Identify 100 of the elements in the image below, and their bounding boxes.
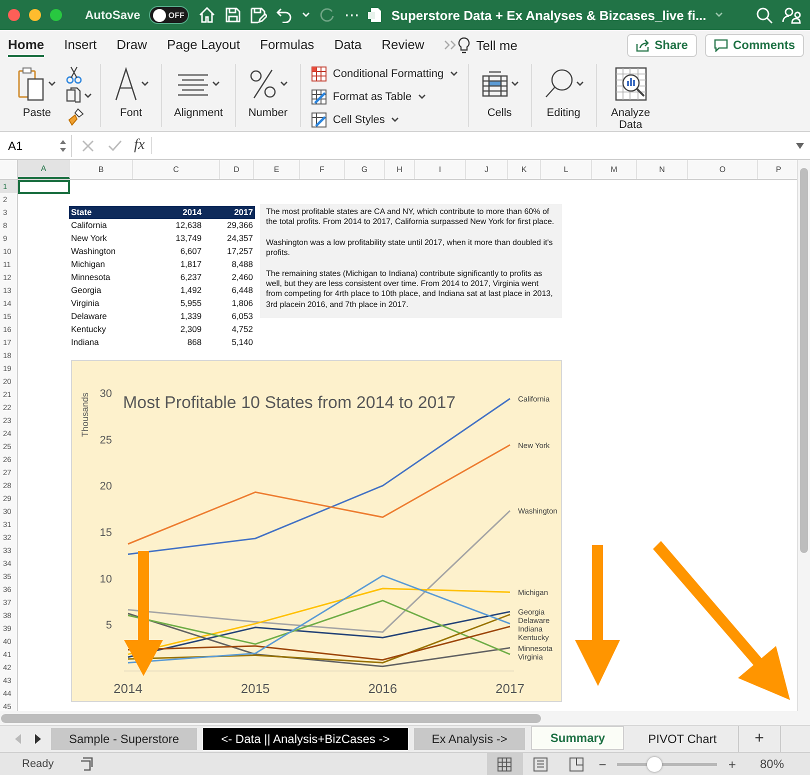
table-cell: 29,366 xyxy=(204,219,255,232)
comments-button[interactable]: Comments xyxy=(704,34,804,56)
column-header[interactable]: F xyxy=(300,160,345,179)
caret-icon[interactable] xyxy=(84,93,92,99)
alignment-button[interactable]: Alignment xyxy=(170,64,227,119)
caret-icon[interactable] xyxy=(141,81,149,87)
format-table-icon xyxy=(310,89,327,105)
minimize-button[interactable] xyxy=(29,9,41,21)
column-header[interactable]: K xyxy=(508,160,541,179)
axis-tick-label: 2016 xyxy=(368,681,398,696)
column-header[interactable]: N xyxy=(637,160,688,179)
scissors-icon[interactable] xyxy=(66,66,82,84)
caret-icon[interactable] xyxy=(212,81,220,87)
sheet-tab[interactable]: <- Data || Analysis+BizCases -> xyxy=(203,728,408,750)
caret-icon[interactable] xyxy=(280,81,288,87)
search-icon[interactable] xyxy=(756,6,773,24)
scrollbar-thumb[interactable] xyxy=(800,168,808,553)
stepper-icon[interactable] xyxy=(59,138,67,152)
caret-icon[interactable] xyxy=(418,94,426,100)
zoom-out-button[interactable]: − xyxy=(594,756,610,772)
expand-caret-icon[interactable] xyxy=(795,142,805,150)
caret-icon[interactable] xyxy=(576,81,584,87)
table-cell-text: 1,339 xyxy=(179,310,203,323)
conditional-formatting-icon xyxy=(310,66,327,82)
caret-icon[interactable] xyxy=(510,81,519,87)
view-button[interactable] xyxy=(486,753,523,775)
column-header[interactable]: C xyxy=(133,160,220,179)
name-box[interactable]: A1 xyxy=(0,134,72,156)
ribbon-tab[interactable]: Page Layout xyxy=(166,33,240,57)
zoom-level: 80% xyxy=(760,757,784,771)
table-cell-text: 5,140 xyxy=(230,336,254,349)
axis-tick-label: 10 xyxy=(100,573,112,586)
caret-icon[interactable] xyxy=(48,81,56,87)
table-cell-text: 24,357 xyxy=(226,232,254,245)
table-cell-text: Delaware xyxy=(70,310,108,323)
tell-me-search[interactable]: Tell me xyxy=(476,38,518,52)
autosave-toggle[interactable]: OFF xyxy=(149,6,190,24)
zoom-button[interactable] xyxy=(50,9,62,21)
column-header[interactable]: B xyxy=(70,160,133,179)
editing-button[interactable]: Editing xyxy=(540,64,588,119)
style-button[interactable]: Cell Styles xyxy=(308,110,460,130)
percent-icon xyxy=(248,67,278,101)
ribbon-tab[interactable]: Home xyxy=(8,33,44,57)
ribbon-tab[interactable]: Review xyxy=(382,33,424,57)
next-sheet-icon[interactable] xyxy=(34,733,42,745)
style-button[interactable]: Conditional Formatting xyxy=(308,64,460,84)
table-cell-text: 2,460 xyxy=(230,271,254,284)
column-header[interactable]: E xyxy=(254,160,300,179)
scrollbar-thumb[interactable] xyxy=(1,714,541,722)
zoom-in-button[interactable]: + xyxy=(724,756,740,772)
home-icon[interactable] xyxy=(198,6,216,24)
share-button[interactable]: Share xyxy=(626,34,697,56)
table-cell-text: Michigan xyxy=(70,258,106,271)
column-header[interactable]: I xyxy=(415,160,466,179)
more-button[interactable]: ⋯ xyxy=(344,6,360,24)
status-text: Ready xyxy=(22,758,54,770)
table-cell-text: Minnesota xyxy=(70,271,112,284)
autosave-label: AutoSave xyxy=(85,8,140,22)
save-edit-icon[interactable] xyxy=(250,6,268,24)
undo-icon[interactable] xyxy=(276,7,294,23)
column-header[interactable]: G xyxy=(345,160,385,179)
slider-thumb[interactable] xyxy=(647,756,662,772)
font-button[interactable]: Font xyxy=(109,64,153,119)
axis-tick-label: 2014 xyxy=(114,681,142,696)
ribbon-tab[interactable]: Formulas xyxy=(260,33,314,57)
cell-styles-icon xyxy=(310,112,327,128)
paintbrush-icon[interactable] xyxy=(66,108,84,126)
save-icon[interactable] xyxy=(225,7,242,23)
ribbon-tab[interactable]: Insert xyxy=(64,33,97,57)
style-button[interactable]: Format as Table xyxy=(308,87,460,107)
column-header[interactable]: O xyxy=(688,160,758,179)
column-header[interactable]: H xyxy=(385,160,415,179)
axis-tick-label: 2017 xyxy=(496,681,524,696)
axis-title: Thousands xyxy=(80,392,90,437)
paste-button[interactable]: Paste xyxy=(14,64,60,119)
copy-icon[interactable] xyxy=(66,87,82,105)
sheet-tab[interactable]: Sample - Superstore xyxy=(51,728,198,750)
caret-icon[interactable] xyxy=(450,71,458,77)
sheet-tab[interactable]: PIVOT Chart xyxy=(630,728,735,750)
column-header[interactable]: D xyxy=(220,160,254,179)
table-cell-text: Washington xyxy=(70,245,117,258)
ribbon-tab[interactable]: Data xyxy=(334,33,362,57)
people-icon[interactable] xyxy=(782,6,802,24)
ribbon-tab[interactable]: Draw xyxy=(116,33,147,57)
redo-icon xyxy=(319,7,336,23)
sheet-tab[interactable]: Ex Analysis -> xyxy=(414,728,526,750)
analyze-button[interactable]: Analyze Data xyxy=(604,64,657,131)
selected-cell[interactable] xyxy=(18,180,70,194)
sheet-tab[interactable]: Summary xyxy=(531,726,624,750)
column-header[interactable]: J xyxy=(466,160,508,179)
column-header[interactable]: M xyxy=(592,160,637,179)
column-header[interactable]: A xyxy=(18,160,70,179)
caret-icon[interactable] xyxy=(390,117,399,123)
column-header[interactable]: L xyxy=(541,160,592,179)
insert-function-button[interactable]: fx xyxy=(128,137,152,154)
table-cell: California xyxy=(69,219,152,232)
table-cell-text: Georgia xyxy=(70,284,102,297)
number-button[interactable]: Number xyxy=(244,64,292,119)
table-cell-text: 17,257 xyxy=(226,245,254,258)
cells-button[interactable]: Cells xyxy=(476,64,523,119)
